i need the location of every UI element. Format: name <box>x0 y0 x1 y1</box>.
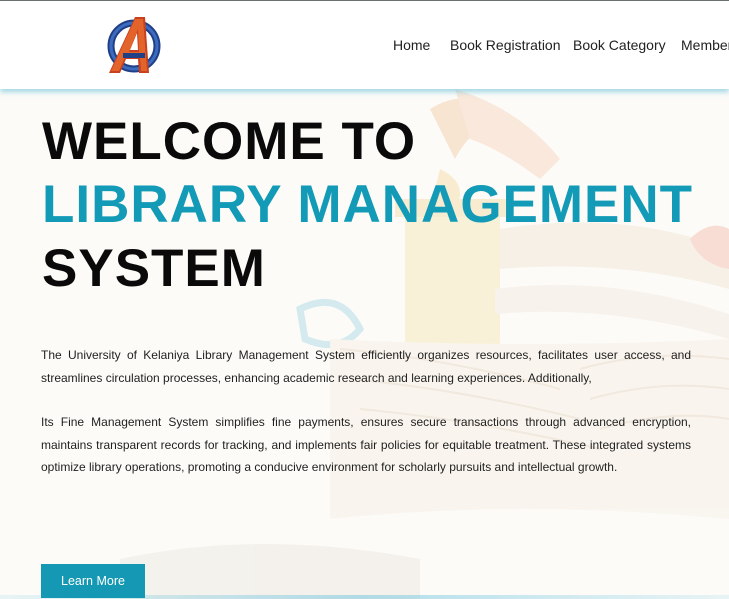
main-nav: Home Book Registration Book Category Mem… <box>0 1 729 89</box>
hero-section: WELCOME TO LIBRARY MANAGEMENT SYSTEM The… <box>0 89 729 599</box>
hero-title-line-1: WELCOME TO <box>42 112 417 171</box>
nav-book-category[interactable]: Book Category <box>573 37 666 53</box>
nav-home[interactable]: Home <box>393 37 430 53</box>
hero-paragraph-1: The University of Kelaniya Library Manag… <box>41 348 691 385</box>
nav-book-registration[interactable]: Book Registration <box>450 37 561 53</box>
learn-more-button[interactable]: Learn More <box>41 564 145 598</box>
nav-member[interactable]: Member <box>681 37 729 53</box>
hero-paragraph-2: Its Fine Management System simplifies fi… <box>41 415 691 474</box>
hero-title-line-2: LIBRARY MANAGEMENT <box>42 175 694 234</box>
hero-title-line-3: SYSTEM <box>42 239 266 298</box>
site-header: Home Book Registration Book Category Mem… <box>0 1 729 89</box>
